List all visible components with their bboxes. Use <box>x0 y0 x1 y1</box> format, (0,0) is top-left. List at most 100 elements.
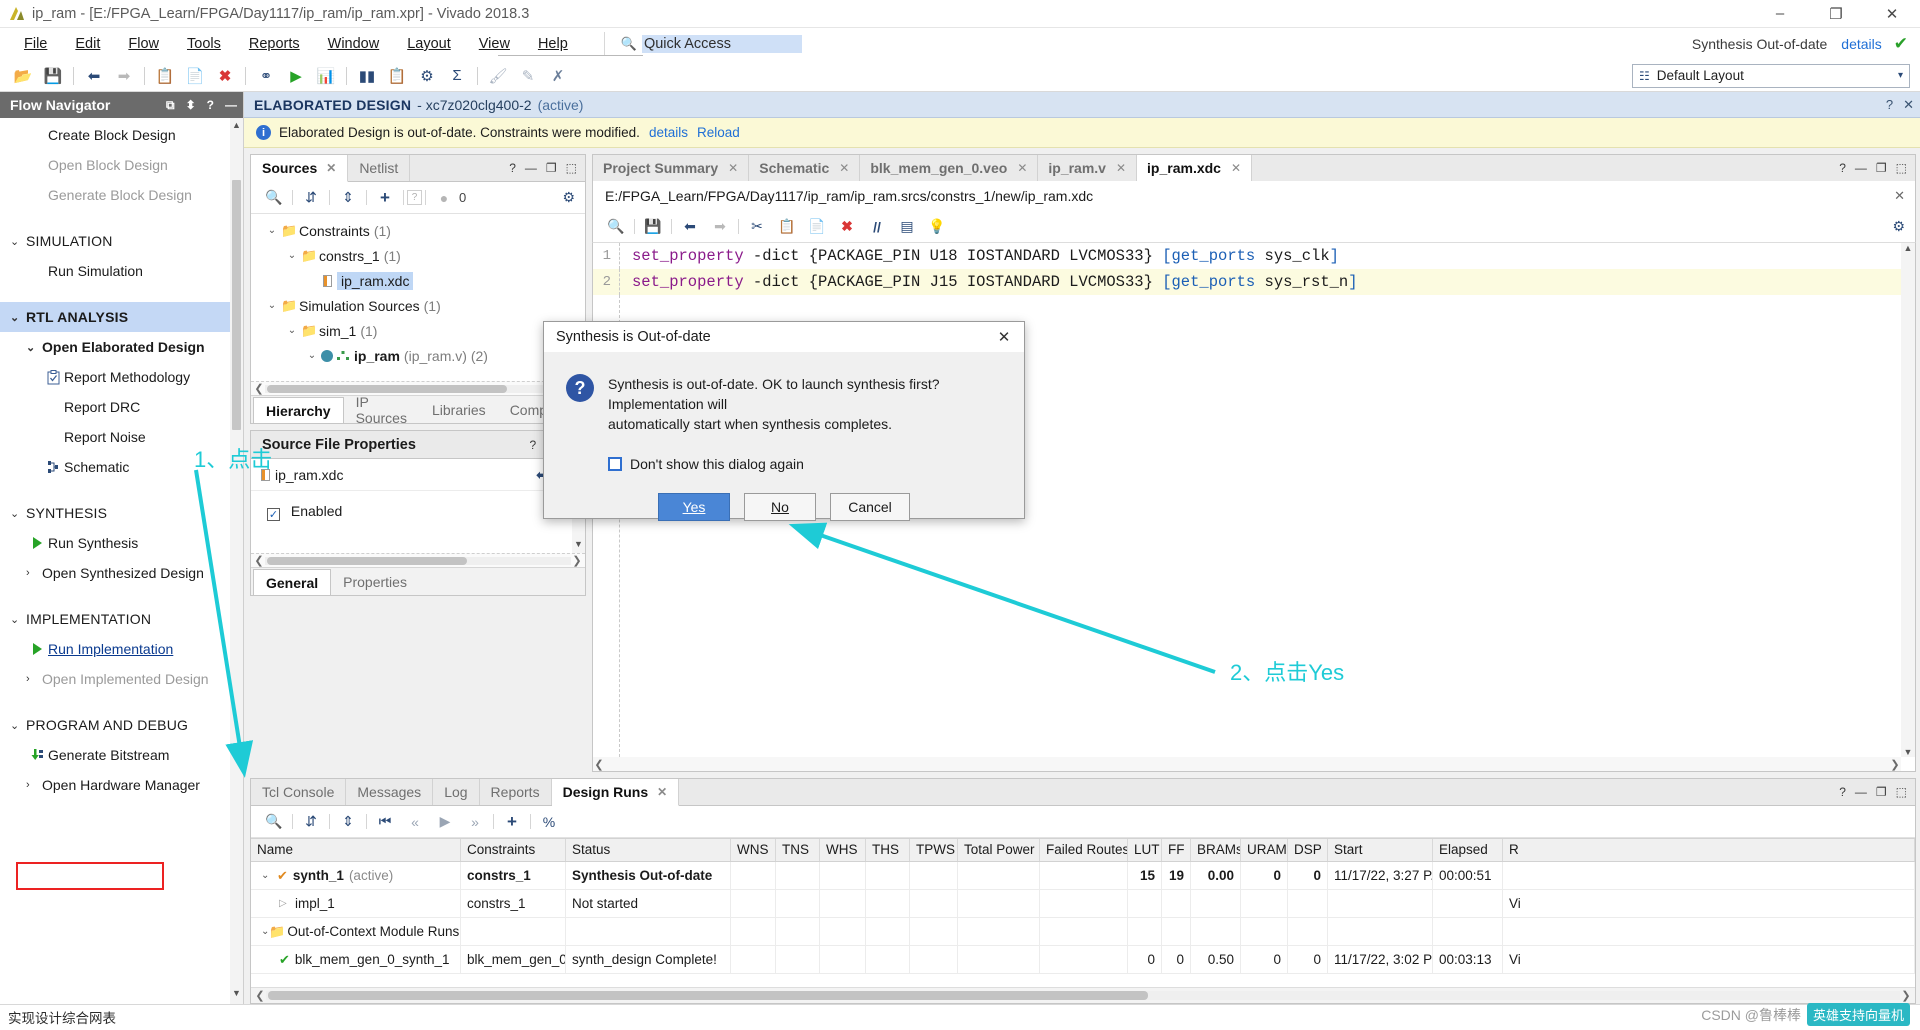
sidebar-item-open-implemented-design[interactable]: › Open Implemented Design <box>0 664 243 694</box>
scrollbar-thumb[interactable] <box>267 384 507 393</box>
menu-view[interactable]: View <box>465 32 524 56</box>
sidebar-section-rtl-analysis[interactable]: ⌄ RTL ANALYSIS <box>0 302 243 332</box>
tab-schematic[interactable]: Schematic ✕ <box>749 155 861 181</box>
help-icon[interactable]: ? <box>530 438 537 452</box>
chevron-down-icon[interactable]: ⌄ <box>283 250 301 261</box>
tab-sources[interactable]: Sources ✕ <box>251 155 349 182</box>
menu-window[interactable]: Window <box>314 32 394 56</box>
enabled-checkbox[interactable]: ✓ <box>267 508 280 521</box>
help-icon[interactable]: ? <box>407 190 422 205</box>
sidebar-item-report-drc[interactable]: Report DRC <box>0 392 243 422</box>
scroll-left-icon[interactable]: ❮ <box>593 758 605 771</box>
menu-layout[interactable]: Layout <box>393 32 465 56</box>
col-status[interactable]: Status <box>566 839 731 861</box>
col-total-power[interactable]: Total Power <box>958 839 1040 861</box>
collapse-all-icon[interactable]: ⇵ <box>296 810 326 834</box>
sidebar-item-open-synthesized-design[interactable]: › Open Synthesized Design <box>0 558 243 588</box>
open-project-icon[interactable]: 📂 <box>8 63 38 89</box>
expand-all-icon[interactable]: ⇕ <box>333 186 363 210</box>
properties-horizontal-scrollbar[interactable]: ❮ ❯ <box>251 553 585 567</box>
col-whs[interactable]: WHS <box>820 839 866 861</box>
maximize-icon[interactable]: ❐ <box>546 161 557 175</box>
col-tpws[interactable]: TPWS <box>910 839 958 861</box>
scrollbar-track[interactable] <box>265 384 583 393</box>
settings-icon[interactable]: ⚙ <box>1892 218 1915 235</box>
maximize-icon[interactable]: ❐ <box>1876 161 1887 175</box>
tab-blk-mem-gen-veo[interactable]: blk_mem_gen_0.veo ✕ <box>860 155 1039 181</box>
tree-row-constraints[interactable]: ⌄ 📁 Constraints (1) <box>251 218 585 243</box>
search-icon[interactable]: 🔍 <box>259 810 289 834</box>
no-button[interactable]: No <box>744 493 816 521</box>
chevron-down-icon[interactable]: ⌄ <box>261 870 277 881</box>
bulb-icon[interactable]: 💡 <box>922 215 952 239</box>
col-ths[interactable]: THS <box>866 839 910 861</box>
pencil-icon[interactable]: ✎ <box>513 63 543 89</box>
tree-row-simulation-sources[interactable]: ⌄ 📁 Simulation Sources (1) <box>251 293 585 318</box>
tab-log[interactable]: Log <box>433 779 480 805</box>
sidebar-item-generate-block-design[interactable]: Generate Block Design <box>0 180 243 210</box>
search-replace-icon[interactable]: ⚭ <box>251 63 281 89</box>
add-sources-icon[interactable]: + <box>370 186 400 210</box>
help-icon[interactable]: ? <box>207 98 214 112</box>
copy-icon[interactable]: 📋 <box>772 215 802 239</box>
close-icon[interactable]: ✕ <box>1017 161 1027 175</box>
sidebar-section-synthesis[interactable]: ⌄ SYNTHESIS <box>0 498 243 528</box>
settings-icon[interactable]: ⚙ <box>562 189 585 206</box>
sidebar-item-open-elaborated-design[interactable]: ⌄ Open Elaborated Design <box>0 332 243 362</box>
quick-access-input[interactable] <box>641 35 802 53</box>
menu-reports[interactable]: Reports <box>235 32 314 56</box>
chevron-down-icon[interactable]: ⌄ <box>283 325 301 336</box>
tab-hierarchy[interactable]: Hierarchy <box>253 397 344 423</box>
col-failed-routes[interactable]: Failed Routes <box>1040 839 1128 861</box>
tab-netlist[interactable]: Netlist <box>348 155 411 181</box>
minimize-icon[interactable]: — <box>225 98 237 112</box>
close-icon[interactable]: ✕ <box>839 161 849 175</box>
scroll-up-icon[interactable]: ▲ <box>231 120 242 134</box>
tab-general[interactable]: General <box>253 569 332 595</box>
table-row[interactable]: ▷ impl_1 constrs_1 Not started Vi <box>251 890 1915 918</box>
copy-icon[interactable]: 📋 <box>150 63 180 89</box>
float-icon[interactable]: ⬚ <box>1896 785 1907 799</box>
run-icon[interactable]: ▶ <box>281 63 311 89</box>
scrollbar-thumb[interactable] <box>268 991 1148 1000</box>
sidebar-item-create-block-design[interactable]: Create Block Design <box>0 120 243 150</box>
close-button[interactable]: ✕ <box>1864 0 1920 28</box>
tab-ip-ram-v[interactable]: ip_ram.v ✕ <box>1038 155 1138 181</box>
redo-icon[interactable]: ➡ <box>705 215 735 239</box>
sidebar-section-program-and-debug[interactable]: ⌄ PROGRAM AND DEBUG <box>0 710 243 740</box>
tab-properties[interactable]: Properties <box>331 568 419 595</box>
minimize-icon[interactable]: — <box>1855 785 1867 799</box>
sidebar-section-simulation[interactable]: ⌄ SIMULATION <box>0 226 243 256</box>
scroll-left-icon[interactable]: ❮ <box>253 382 265 395</box>
tree-row-sim-1[interactable]: ⌄ 📁 sim_1 (1) <box>251 318 585 343</box>
paste-icon[interactable]: 📄 <box>180 63 210 89</box>
design-runs-horizontal-scrollbar[interactable]: ❮ ❯ <box>251 987 1915 1003</box>
help-icon[interactable]: ? <box>509 161 516 175</box>
tab-messages[interactable]: Messages <box>346 779 434 805</box>
float-icon[interactable]: ⬚ <box>1896 161 1907 175</box>
col-name[interactable]: Name <box>251 839 461 861</box>
menu-edit[interactable]: Edit <box>61 32 114 56</box>
minimize-icon[interactable]: — <box>525 161 537 175</box>
scroll-left-icon[interactable]: ❮ <box>253 554 265 567</box>
col-elapsed[interactable]: Elapsed <box>1433 839 1503 861</box>
menu-help[interactable]: Help <box>524 32 582 56</box>
save-icon[interactable]: 💾 <box>38 63 68 89</box>
sum-icon[interactable]: Σ <box>442 63 472 89</box>
next-icon[interactable]: » <box>460 810 490 834</box>
tree-row-ip-ram-xdc[interactable]: ip_ram.xdc <box>251 268 585 293</box>
undo-icon[interactable]: ⬅ <box>675 215 705 239</box>
scrollbar-track[interactable] <box>266 991 1900 1000</box>
scroll-down-icon[interactable]: ▼ <box>572 539 585 553</box>
help-icon[interactable]: ? <box>1886 97 1893 113</box>
menu-file[interactable]: File <box>10 32 61 56</box>
sidebar-item-open-hardware-manager[interactable]: › Open Hardware Manager <box>0 770 243 800</box>
sidebar-section-implementation[interactable]: ⌄ IMPLEMENTATION <box>0 604 243 634</box>
tab-project-summary[interactable]: Project Summary ✕ <box>593 155 750 181</box>
scrollbar-thumb[interactable] <box>232 180 241 430</box>
flow-navigator-scrollbar[interactable]: ▲ ▼ <box>230 118 243 1004</box>
col-lut[interactable]: LUT <box>1128 839 1162 861</box>
help-icon[interactable]: ? <box>1839 785 1846 799</box>
close-icon[interactable]: ✕ <box>1231 161 1241 175</box>
warning-reload-link[interactable]: Reload <box>697 125 740 140</box>
